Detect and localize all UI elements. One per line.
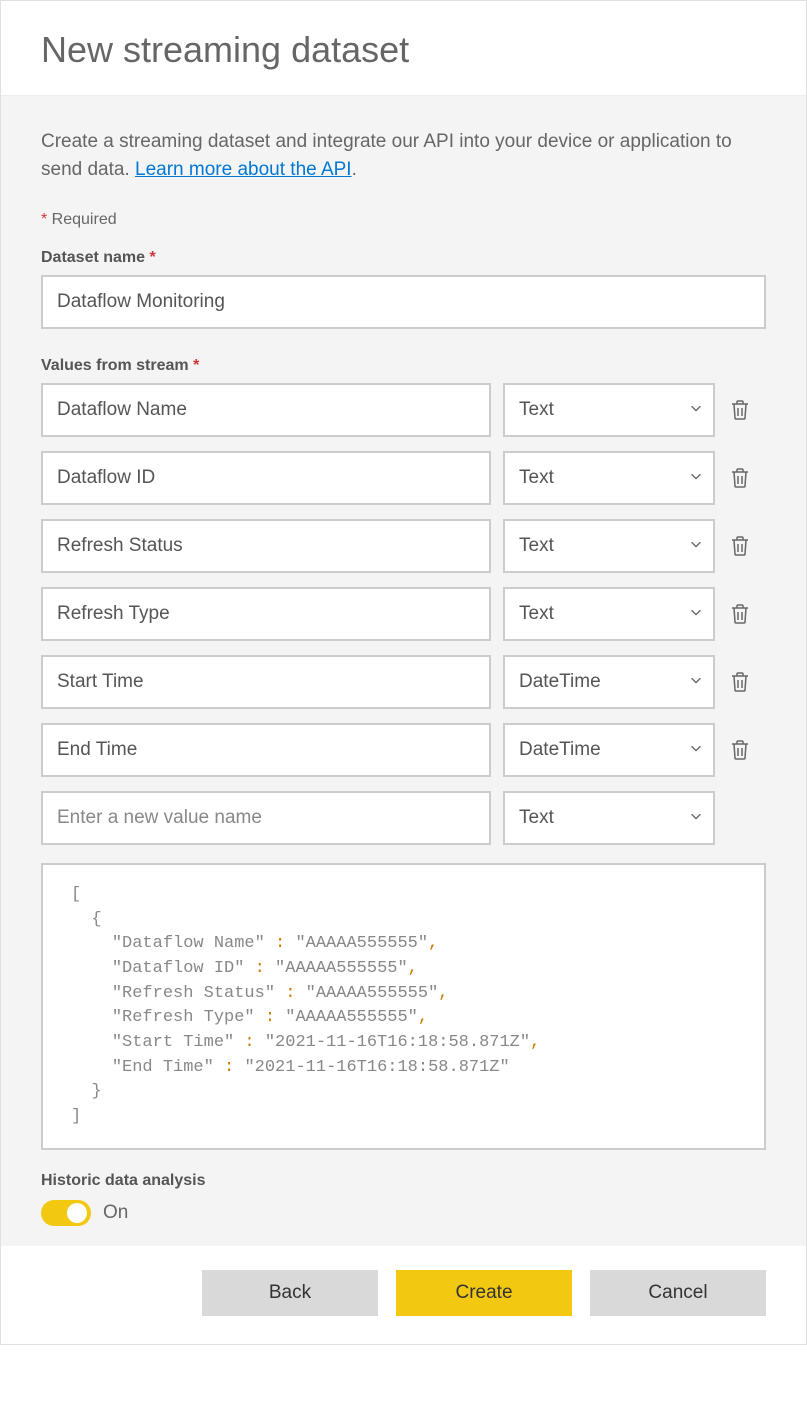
trash-icon	[730, 739, 750, 761]
value-type-select[interactable]: Text	[503, 519, 715, 573]
value-name-input[interactable]	[41, 451, 491, 505]
learn-more-link[interactable]: Learn more about the API	[135, 159, 352, 180]
historic-toggle-row: On	[41, 1200, 766, 1226]
chevron-down-icon	[689, 739, 703, 761]
value-row: DateTime	[41, 655, 766, 709]
trash-icon	[730, 671, 750, 693]
value-name-input[interactable]	[41, 519, 491, 573]
trash-icon	[730, 535, 750, 557]
chevron-down-icon	[689, 535, 703, 557]
value-row: Text	[41, 383, 766, 437]
historic-toggle-state: On	[103, 1202, 128, 1224]
delete-value-button[interactable]	[727, 601, 753, 627]
dataset-name-label: Dataset name *	[41, 249, 766, 267]
dialog-header: New streaming dataset	[1, 1, 806, 96]
dataset-name-field: Dataset name *	[41, 249, 766, 329]
value-type-text: Text	[519, 603, 554, 625]
historic-toggle[interactable]	[41, 1200, 91, 1226]
value-name-input[interactable]	[41, 587, 491, 641]
chevron-down-icon	[689, 399, 703, 421]
value-type-text: Text	[519, 535, 554, 557]
create-button[interactable]: Create	[396, 1270, 572, 1316]
cancel-button[interactable]: Cancel	[590, 1270, 766, 1316]
value-type-select[interactable]: Text	[503, 587, 715, 641]
required-star-icon: *	[150, 249, 156, 266]
dialog-body: Create a streaming dataset and integrate…	[1, 96, 806, 1246]
json-preview: [ { "Dataflow Name" : "AAAAA555555", "Da…	[41, 863, 766, 1149]
value-type-select[interactable]: Text	[503, 791, 715, 845]
value-type-text: Text	[519, 807, 554, 829]
value-row: Text	[41, 791, 766, 845]
stream-values-section: Values from stream * Text Text Text Text Dat…	[41, 357, 766, 845]
value-name-input[interactable]	[41, 383, 491, 437]
required-label: Required	[47, 211, 116, 228]
value-name-input[interactable]	[41, 655, 491, 709]
value-row: Text	[41, 451, 766, 505]
historic-label: Historic data analysis	[41, 1172, 766, 1190]
stream-values-label: Values from stream *	[41, 357, 766, 375]
dialog-footer: Back Create Cancel	[1, 1246, 806, 1344]
trash-icon	[730, 603, 750, 625]
value-row: DateTime	[41, 723, 766, 777]
intro-text-after: .	[352, 159, 357, 180]
dataset-name-input[interactable]	[41, 275, 766, 329]
delete-value-button[interactable]	[727, 465, 753, 491]
trash-icon	[730, 467, 750, 489]
back-button[interactable]: Back	[202, 1270, 378, 1316]
chevron-down-icon	[689, 807, 703, 829]
delete-value-button[interactable]	[727, 737, 753, 763]
new-streaming-dataset-dialog: New streaming dataset Create a streaming…	[0, 0, 807, 1345]
required-star-icon: *	[193, 357, 199, 374]
trash-icon	[730, 399, 750, 421]
value-type-select[interactable]: Text	[503, 383, 715, 437]
required-note: * Required	[41, 211, 766, 229]
chevron-down-icon	[689, 603, 703, 625]
value-type-select[interactable]: DateTime	[503, 723, 715, 777]
chevron-down-icon	[689, 671, 703, 693]
historic-section: Historic data analysis On	[41, 1172, 766, 1226]
value-name-input[interactable]	[41, 791, 491, 845]
value-type-text: DateTime	[519, 671, 601, 693]
value-type-select[interactable]: Text	[503, 451, 715, 505]
value-row: Text	[41, 587, 766, 641]
toggle-knob	[67, 1203, 87, 1223]
dialog-title: New streaming dataset	[41, 29, 766, 71]
delete-value-button[interactable]	[727, 669, 753, 695]
delete-value-button[interactable]	[727, 397, 753, 423]
value-type-select[interactable]: DateTime	[503, 655, 715, 709]
intro-text: Create a streaming dataset and integrate…	[41, 128, 766, 183]
value-type-text: Text	[519, 399, 554, 421]
value-type-text: DateTime	[519, 739, 601, 761]
value-name-input[interactable]	[41, 723, 491, 777]
delete-value-button[interactable]	[727, 533, 753, 559]
chevron-down-icon	[689, 467, 703, 489]
value-type-text: Text	[519, 467, 554, 489]
value-row: Text	[41, 519, 766, 573]
